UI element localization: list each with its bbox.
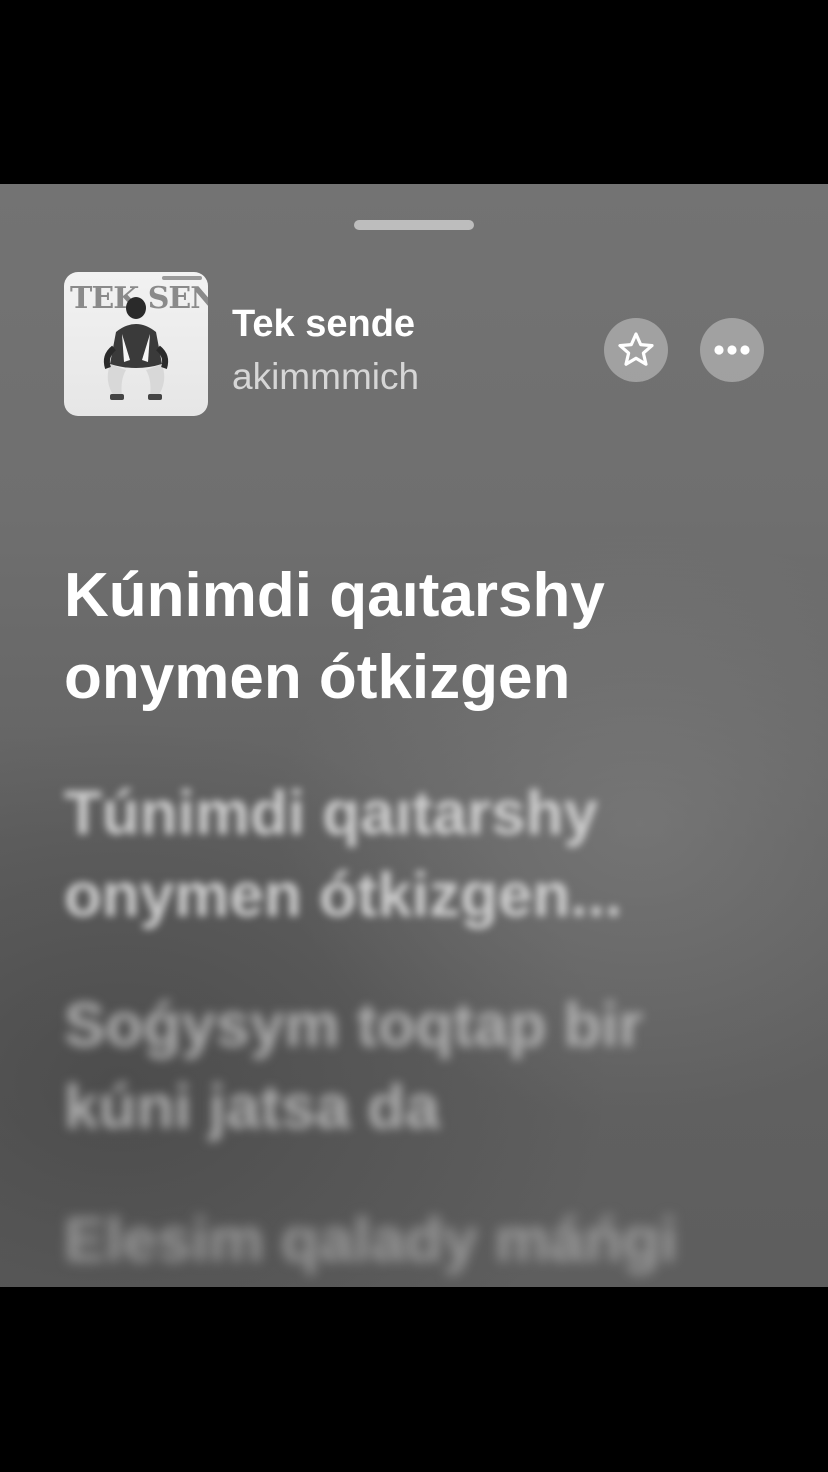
song-artist[interactable]: akimmmich — [232, 355, 419, 399]
more-options-button[interactable] — [700, 318, 764, 382]
lyric-text: Soǵysym toqtap bir — [64, 991, 643, 1060]
lyric-text: onymen ótkizgen... — [64, 861, 623, 930]
upcoming-lyric-line[interactable]: Túnimdi qaıtarshy onymen ótkizgen... — [64, 773, 622, 937]
song-title: Tek sende — [232, 303, 416, 345]
artwork-person-illustration — [103, 297, 169, 400]
ellipsis-icon — [714, 345, 750, 355]
favorite-button[interactable] — [604, 318, 668, 382]
lyric-text: onymen ótkizgen — [64, 643, 571, 712]
bottom-black-bar — [0, 1287, 828, 1472]
lyric-text: Kúnimdi qaıtarshy — [64, 561, 605, 630]
lyric-text: kúni jatsa da — [64, 1073, 440, 1142]
sheet-grabber[interactable] — [354, 220, 474, 230]
upcoming-lyric-line[interactable]: Soǵysym toqtap bir kúni jatsa da — [64, 985, 643, 1149]
current-lyric-line[interactable]: Kúnimdi qaıtarshy onymen ótkizgen — [64, 555, 605, 719]
upcoming-lyric-line[interactable]: Elesim qalady máńgi — [64, 1200, 677, 1282]
album-artwork[interactable]: TEK SENDE — [64, 272, 208, 416]
lyric-text: Elesim qalady máńgi — [64, 1206, 678, 1275]
star-outline-icon — [618, 332, 654, 366]
lyric-text: Túnimdi qaıtarshy — [64, 779, 598, 848]
